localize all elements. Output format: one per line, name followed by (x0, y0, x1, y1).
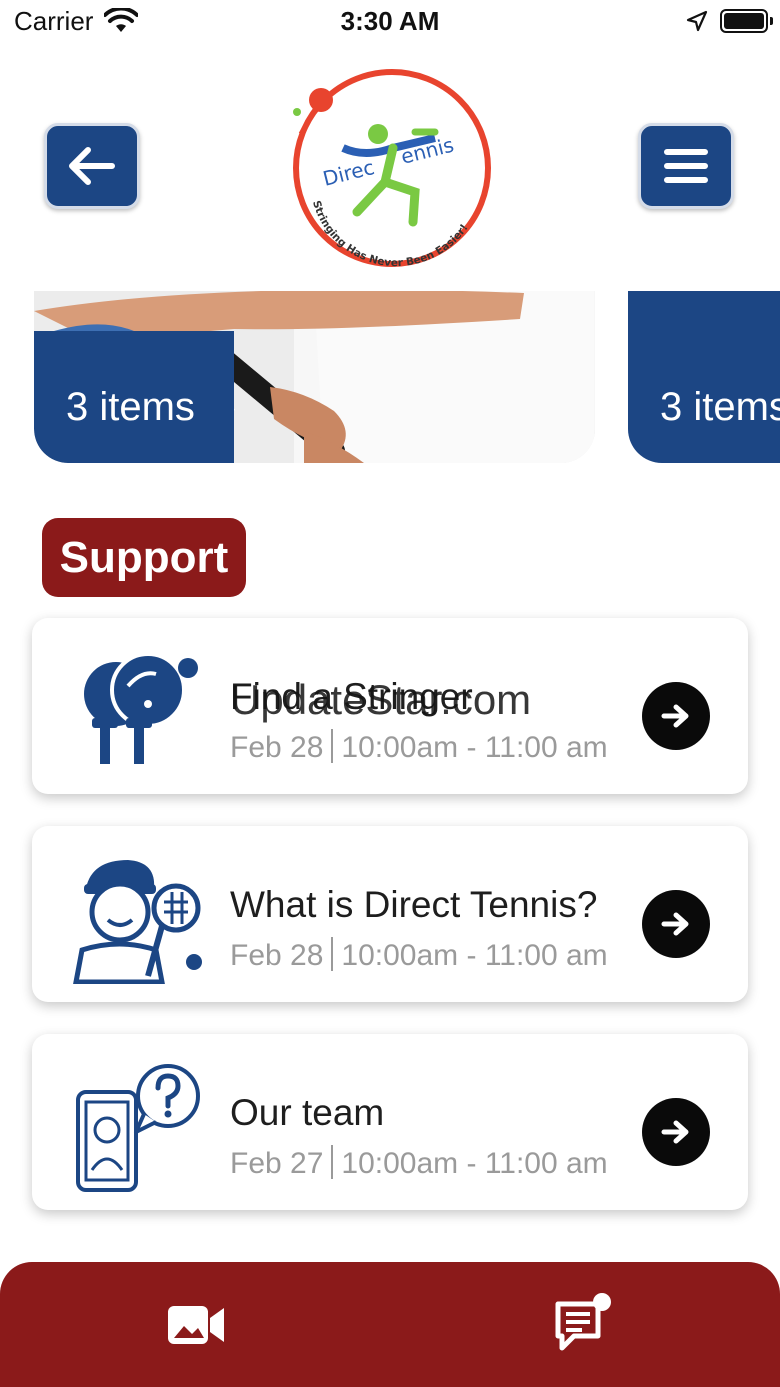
battery-icon (720, 9, 773, 33)
card-item-count: 3 items (660, 385, 780, 429)
card-item-count: 3 items (66, 385, 195, 429)
support-heading: Support (42, 518, 246, 597)
category-card[interactable]: 3 items (628, 291, 780, 463)
category-card[interactable]: 3 items (34, 291, 595, 463)
item-datetime: Feb 27 10:00am - 11:00 am (230, 1145, 608, 1181)
arrow-left-icon (69, 147, 115, 185)
clock: 3:30 AM (340, 6, 440, 36)
item-title: Our team (230, 1092, 385, 1133)
item-time: 10:00am - 11:00 am (341, 731, 608, 764)
item-title: Find a Stringer (230, 676, 473, 717)
item-datetime: Feb 28 10:00am - 11:00 am (230, 937, 608, 973)
chat-notification-icon[interactable] (554, 1292, 616, 1354)
arrow-right-icon (661, 1120, 689, 1144)
date-separator (331, 1145, 334, 1179)
hamburger-menu-icon (664, 149, 708, 183)
menu-button[interactable] (638, 123, 734, 209)
item-date: Feb 28 (230, 731, 324, 764)
open-item-button[interactable] (642, 682, 710, 750)
item-datetime: Feb 28 10:00am - 11:00 am (230, 729, 608, 765)
open-item-button[interactable] (642, 890, 710, 958)
status-bar: Carrier 3:30 AM (0, 0, 780, 44)
location-arrow-icon (686, 10, 708, 32)
brand-logo: Direc ennis Stringing Has Never Been Eas… (293, 69, 491, 269)
open-item-button[interactable] (642, 1098, 710, 1166)
item-time: 10:00am - 11:00 am (341, 1147, 608, 1180)
support-item-what-is-direct-tennis[interactable]: What is Direct Tennis? Feb 28 10:00am - 1… (32, 826, 748, 1002)
ping-pong-paddles-icon (84, 652, 198, 764)
back-button[interactable] (44, 123, 140, 209)
tennis-player-icon (73, 860, 202, 984)
category-carousel[interactable]: 3 items 3 items (0, 291, 780, 465)
bottom-tab-bar (0, 1262, 780, 1387)
video-camera-icon[interactable] (166, 1302, 226, 1348)
support-item-find-stringer[interactable]: Find a Stringer UpdateStar.com Feb 28 10:… (32, 618, 748, 794)
arrow-right-icon (661, 704, 689, 728)
item-time: 10:00am - 11:00 am (341, 939, 608, 972)
item-date: Feb 27 (230, 1147, 324, 1180)
support-title: Support (59, 533, 229, 582)
date-separator (331, 937, 334, 971)
arrow-right-icon (661, 912, 689, 936)
item-title: What is Direct Tennis? (230, 884, 598, 925)
support-item-our-team[interactable]: Our team Feb 27 10:00am - 11:00 am (32, 1034, 748, 1210)
item-date: Feb 28 (230, 939, 324, 972)
phone-question-icon (76, 1064, 200, 1192)
date-separator (331, 729, 334, 763)
